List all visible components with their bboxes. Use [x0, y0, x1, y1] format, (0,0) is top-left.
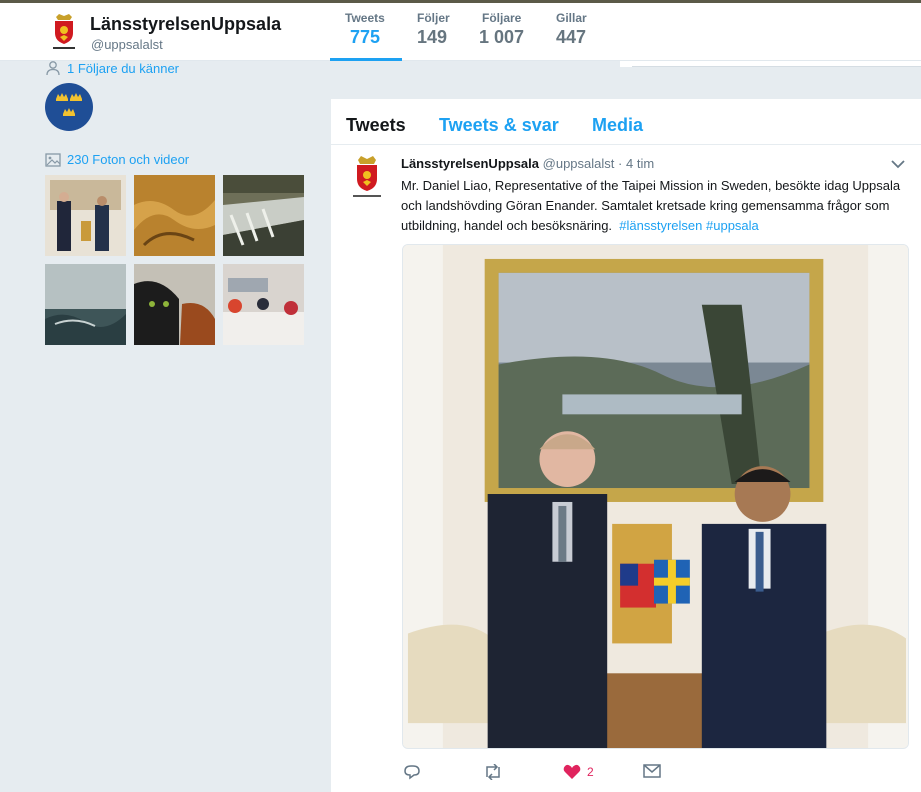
tweet-photo[interactable] [402, 244, 909, 749]
stat-followers-value: 1 007 [479, 27, 525, 47]
profile-name[interactable]: LänsstyrelsenUppsala [90, 14, 281, 35]
heart-icon [563, 764, 581, 779]
tab-media[interactable]: Media [592, 115, 643, 136]
nav-shadow-edge [620, 61, 921, 67]
photo-thumbnail[interactable] [223, 175, 304, 256]
stat-followers-label: Följare [482, 11, 522, 25]
followers-you-know-label: 1 Följare du känner [67, 60, 180, 76]
photos-videos-label: 230 Foton och videor [67, 152, 190, 167]
hashtag-link[interactable]: #länsstyrelsen [619, 218, 702, 233]
coat-of-arms-logo[interactable] [50, 13, 78, 51]
tweet-header: LänsstyrelsenUppsala @uppsalalst · 4 tim [401, 156, 654, 171]
stat-likes-label: Gillar [556, 11, 587, 25]
stat-following-label: Följer [417, 11, 450, 25]
retweet-icon [486, 764, 500, 780]
profile-handle[interactable]: @uppsalalst [91, 37, 163, 52]
tweet-actions: 2 [403, 764, 703, 786]
stat-likes-value: 447 [556, 27, 587, 47]
retweet-button[interactable] [483, 764, 509, 780]
photo-thumbnail[interactable] [134, 264, 215, 345]
stat-tweets[interactable]: Tweets 775 [345, 11, 385, 48]
like-button[interactable]: 2 [563, 764, 594, 780]
photo-icon [45, 152, 61, 167]
three-crowns-icon [56, 93, 82, 116]
envelope-icon [643, 764, 661, 778]
tweet-author-avatar[interactable] [349, 155, 385, 201]
person-icon [46, 61, 60, 76]
hashtag-link[interactable]: #uppsala [706, 218, 759, 233]
stat-tweets-value: 775 [350, 27, 381, 47]
direct-message-button[interactable] [643, 764, 667, 778]
stat-following[interactable]: Följer 149 [417, 11, 450, 48]
like-count: 2 [587, 765, 594, 779]
tweet-separator: · [618, 156, 623, 171]
tweets-panel: Tweets Tweets & svar Media Länsstyrelsen… [331, 99, 921, 792]
reply-icon [404, 765, 420, 780]
photos-videos-link[interactable]: 230 Foton och videor [45, 152, 189, 167]
active-stat-indicator [330, 58, 402, 61]
followers-you-know-link[interactable]: 1 Följare du känner [45, 60, 179, 76]
tweet-author-name[interactable]: LänsstyrelsenUppsala [401, 156, 539, 171]
reply-button[interactable] [403, 764, 427, 780]
stat-tweets-label: Tweets [345, 11, 385, 25]
tweet-timestamp[interactable]: 4 tim [626, 156, 654, 171]
stat-likes[interactable]: Gillar 447 [556, 11, 587, 48]
photo-thumbnail[interactable] [45, 264, 126, 345]
photo-thumbnail[interactable] [223, 264, 304, 345]
stat-followers[interactable]: Följare 1 007 [479, 11, 525, 48]
tab-tweets-and-replies[interactable]: Tweets & svar [439, 115, 559, 136]
photo-thumbnail[interactable] [45, 175, 126, 256]
profile-nav-bar: LänsstyrelsenUppsala @uppsalalst Tweets … [0, 3, 921, 61]
timeline-tabs: Tweets Tweets & svar Media [331, 99, 921, 145]
stat-following-value: 149 [417, 27, 448, 47]
photo-thumbnail[interactable] [134, 175, 215, 256]
chevron-down-icon[interactable] [891, 159, 905, 169]
tweet-author-handle[interactable]: @uppsalalst [543, 156, 615, 171]
tweet-text: Mr. Daniel Liao, Representative of the T… [401, 176, 911, 236]
known-follower-avatar[interactable] [45, 83, 93, 131]
tab-tweets[interactable]: Tweets [346, 115, 406, 136]
